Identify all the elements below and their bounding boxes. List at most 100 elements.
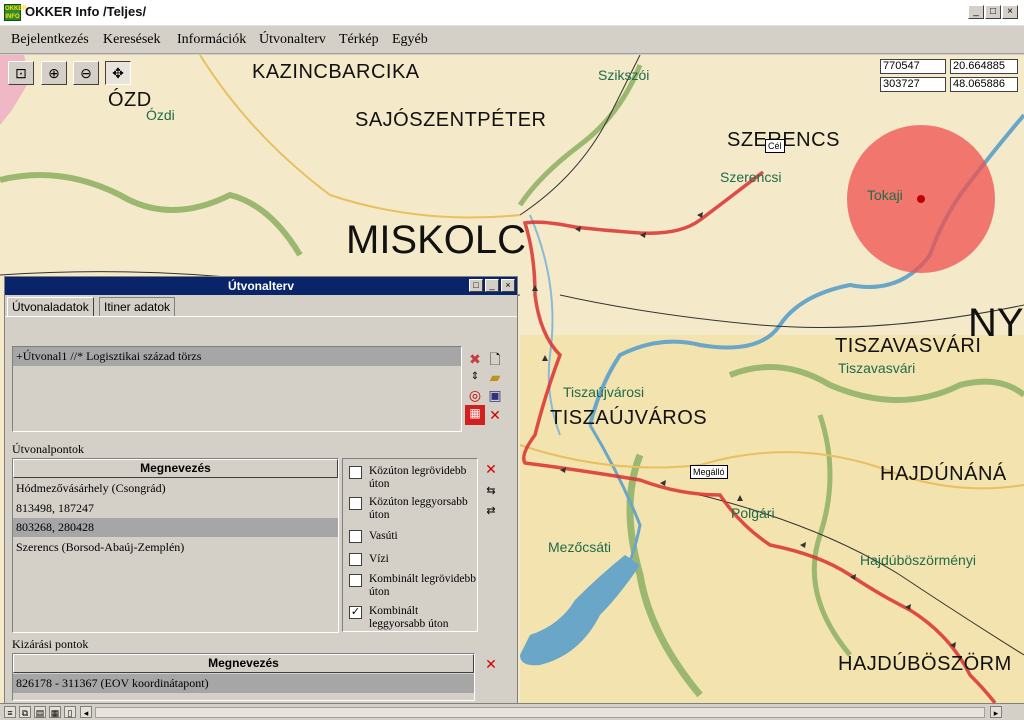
pan-icon: ✥ <box>112 65 124 81</box>
city-label: NY <box>968 301 1024 345</box>
option-label: Vízi <box>369 553 389 565</box>
open-folder-icon[interactable]: ▰ <box>487 369 503 385</box>
route-list[interactable]: +Útvonal1 //* Logisztikai század törzs <box>12 346 462 432</box>
panel-restore-button[interactable]: □ <box>469 279 483 292</box>
table-row-selected[interactable]: 803268, 280428 <box>13 518 338 537</box>
tab-divider <box>5 316 517 317</box>
maximize-button[interactable]: □ <box>985 5 1001 19</box>
county-boundary <box>0 172 303 257</box>
view-book-icon[interactable]: ▯ <box>64 706 76 718</box>
option-checkbox[interactable] <box>349 466 362 479</box>
district-label: Tiszaújvárosi <box>563 384 645 400</box>
menu-bar: Bejelentkezés Keresések Információk Útvo… <box>0 26 1024 54</box>
move-updown-icon[interactable]: ⇕ <box>467 369 483 385</box>
pan-button[interactable]: ✥ <box>105 61 131 85</box>
new-document-icon[interactable]: 🗋 <box>487 351 503 367</box>
option-checkbox[interactable] <box>349 497 362 510</box>
city-label: HAJDÚBÖSZÖRM <box>838 653 1012 675</box>
option-checkbox[interactable] <box>349 574 362 587</box>
view-map-icon[interactable]: ▤ <box>34 706 46 718</box>
scroll-right-button[interactable]: ▸ <box>990 706 1002 718</box>
scroll-left-button[interactable]: ◂ <box>80 706 92 718</box>
menu-keresesek[interactable]: Keresések <box>103 32 161 48</box>
district-label: Hajdúböszörményi <box>860 552 976 568</box>
panel-close-button[interactable]: × <box>501 279 515 292</box>
panel-title: Útvonalterv <box>5 277 517 295</box>
delete-waypoint-icon[interactable]: ✕ <box>483 461 499 477</box>
city-label: KAZINCBARCIKA <box>252 61 420 83</box>
delete-icon[interactable]: ✕ <box>487 407 503 423</box>
option-label: Közúton legrövidebb úton <box>369 465 467 490</box>
view-list-icon[interactable]: ≡ <box>4 706 16 718</box>
zoom-in-button[interactable]: ⊕ <box>41 61 67 85</box>
app-logo-icon: OKKER INFO <box>4 4 27 21</box>
minimize-button[interactable]: _ <box>968 5 984 19</box>
route-options-group: Közúton legrövidebb úton Közúton leggyor… <box>342 458 478 632</box>
route-map-icon[interactable]: ✖ <box>467 351 483 367</box>
target-icon[interactable]: ◎ <box>467 387 483 403</box>
district-label: Tokaji <box>867 187 903 203</box>
menu-utvonalterv[interactable]: Útvonalterv <box>259 32 326 48</box>
destination-marker[interactable]: Cél <box>765 139 785 153</box>
save-disk-icon[interactable]: ▣ <box>487 387 503 403</box>
district-label: Polgári <box>731 505 775 521</box>
city-label: SAJÓSZENTPÉTER <box>355 109 547 131</box>
status-bar: ≡ ⧉ ▤ ▦ ▯ ◂ ▸ <box>0 703 1024 720</box>
horizontal-scrollbar[interactable] <box>95 707 985 718</box>
waypoints-column-header[interactable]: Megnevezés <box>13 459 338 478</box>
route-list-item[interactable]: +Útvonal1 //* Logisztikai század törzs <box>13 347 461 366</box>
waypoints-table[interactable]: Megnevezés Hódmezővásárhely (Csongrád) 8… <box>12 458 339 633</box>
county-boundary <box>517 64 643 207</box>
coord-x-eov: 770547 <box>880 59 946 74</box>
exclusions-label: Kizárási pontok <box>12 637 89 651</box>
view-table-icon[interactable]: ▦ <box>49 706 61 718</box>
option-label: Vasúti <box>369 530 398 542</box>
delete-exclusion-icon[interactable]: ✕ <box>483 656 499 672</box>
tab-utvonaladatok[interactable]: Útvonaladatok <box>7 297 94 317</box>
table-row[interactable]: 813498, 187247 <box>13 499 338 518</box>
coord-y-eov: 303727 <box>880 77 946 92</box>
zoom-extent-icon: ⊡ <box>15 65 27 81</box>
view-tile-icon[interactable]: ⧉ <box>19 706 31 718</box>
city-label: MISKOLC <box>346 218 527 262</box>
table-row[interactable]: Hódmezővásárhely (Csongrád) <box>13 479 338 498</box>
coord-lat: 48.065886 <box>950 77 1018 92</box>
district-label: Mezőcsáti <box>548 539 612 555</box>
color-grid-icon[interactable]: ▦ <box>465 405 485 425</box>
move-down-icon[interactable]: ⇄ <box>483 503 499 519</box>
exclusions-column-header[interactable]: Megnevezés <box>13 654 474 673</box>
close-button[interactable]: × <box>1002 5 1018 19</box>
option-label: Kombinált leggyorsabb úton <box>369 605 449 630</box>
district-label: Szerencsi <box>720 169 782 185</box>
option-label: Közúton leggyorsabb úton <box>369 496 468 521</box>
menu-egyeb[interactable]: Egyéb <box>392 32 428 48</box>
option-checkbox-checked[interactable]: ✓ <box>349 606 362 619</box>
panel-minimize-button[interactable]: _ <box>485 279 499 292</box>
table-row-selected[interactable]: 826178 - 311367 (EOV koordinátapont) <box>13 674 474 693</box>
menu-informaciok[interactable]: Információk <box>177 32 246 48</box>
title-bar: OKKER INFO OKKER Info /Teljes/ _ □ × <box>0 0 1024 26</box>
zoom-out-button[interactable]: ⊖ <box>73 61 99 85</box>
district-label: Ózdi <box>146 107 175 123</box>
tab-itiner-adatok[interactable]: Itiner adatok <box>99 297 176 317</box>
table-row[interactable]: Szerencs (Borsod-Abaúj-Zemplén) <box>13 538 338 557</box>
window-title: OKKER Info /Teljes/ <box>25 4 147 19</box>
exclusions-table[interactable]: Megnevezés 826178 - 311367 (EOV koordiná… <box>12 653 475 701</box>
exclusion-point <box>917 195 925 203</box>
zoom-out-icon: ⊖ <box>80 65 92 81</box>
option-checkbox[interactable] <box>349 553 362 566</box>
route-planner-panel: Útvonalterv □ _ × Útvonaladatok Itiner a… <box>4 276 518 704</box>
menu-terkep[interactable]: Térkép <box>339 32 379 48</box>
waypoints-label: Útvonalpontok <box>12 442 84 456</box>
city-label: TISZAVASVÁRI <box>835 335 982 357</box>
zoom-extent-button[interactable]: ⊡ <box>8 61 34 85</box>
city-label: TISZAÚJVÁROS <box>550 407 708 429</box>
district-label: Szikszói <box>598 67 650 83</box>
waypoint-marker[interactable]: Megálló <box>690 465 728 479</box>
option-checkbox[interactable] <box>349 530 362 543</box>
coord-lon: 20.664885 <box>950 59 1018 74</box>
menu-bejelentkezes[interactable]: Bejelentkezés <box>11 32 89 48</box>
city-label: HAJDÚNÁNÁ <box>880 463 1007 485</box>
zoom-in-icon: ⊕ <box>48 65 60 81</box>
move-up-icon[interactable]: ⇆ <box>483 483 499 499</box>
